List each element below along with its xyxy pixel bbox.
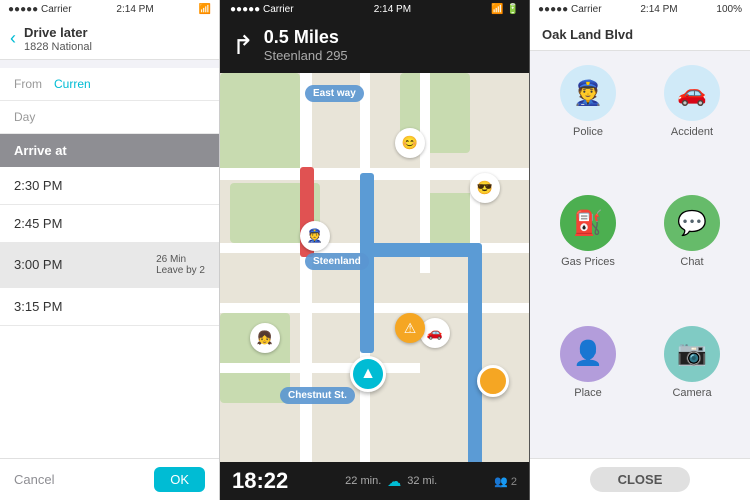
report-camera[interactable]: 📷 Camera <box>646 326 738 444</box>
eta-time: 18:22 <box>232 468 288 494</box>
time-p1: 2:14 PM <box>116 4 153 15</box>
time-value: 2:30 PM <box>14 178 62 193</box>
map-icon-char4: 👧 <box>250 323 280 353</box>
gas-label: Gas Prices <box>561 256 615 268</box>
report-police[interactable]: 👮 Police <box>542 65 634 183</box>
east-way-label: East way <box>305 85 364 102</box>
time-row[interactable]: 2:45 PM <box>0 205 219 243</box>
day-label: Day <box>14 110 54 124</box>
location-label: Oak Land Blvd <box>530 19 750 51</box>
map-icon-char1: 😊 <box>395 128 425 158</box>
map-icon-warning: ⚠ <box>395 313 425 343</box>
trip-details: 22 min. ☁ 32 mi. <box>345 473 437 490</box>
place-label: Place <box>574 387 602 399</box>
turn-icon: ↱ <box>232 30 254 61</box>
nav-header: ↱ 0.5 Miles Steenland 295 <box>220 19 529 73</box>
place-icon: 👤 <box>560 326 616 382</box>
report-panel: ●●●●● Carrier 2:14 PM 100% Oak Land Blvd… <box>530 0 750 500</box>
chat-label: Chat <box>680 256 703 268</box>
time-row[interactable]: 2:30 PM <box>0 167 219 205</box>
accident-icon: 🚗 <box>664 65 720 121</box>
gas-icon: ⛽ <box>560 195 616 251</box>
form-section: From Curren Day <box>0 68 219 134</box>
from-label: From <box>14 77 54 91</box>
carrier-p2: ●●●●● Carrier <box>230 4 294 15</box>
status-bar-p3: ●●●●● Carrier 2:14 PM 100% <box>530 0 750 19</box>
time-value: 3:15 PM <box>14 299 62 314</box>
accident-label: Accident <box>671 126 713 138</box>
report-grid: 👮 Police 🚗 Accident ⛽ Gas Prices 💬 Chat … <box>530 51 750 458</box>
time-p3: 2:14 PM <box>640 4 677 15</box>
status-bar-p2: ●●●●● Carrier 2:14 PM 📶 🔋 <box>220 0 529 19</box>
ok-button[interactable]: OK <box>154 467 205 492</box>
time-row-highlighted[interactable]: 3:00 PM 26 MinLeave by 2 <box>0 243 219 288</box>
map-icon-char2: 😎 <box>470 173 500 203</box>
map-area: East way Steenland Chestnut St. 👮 😊 😎 🚗 … <box>220 73 529 462</box>
battery-p2: 📶 🔋 <box>491 4 519 15</box>
bottom-info: 18:22 22 min. ☁ 32 mi. 👥 2 <box>220 462 529 500</box>
carrier-p3: ●●●●● Carrier <box>538 4 602 15</box>
carrier-p1: ●●●●● Carrier <box>8 4 72 15</box>
map-icon-police: 👮 <box>300 221 330 251</box>
report-accident[interactable]: 🚗 Accident <box>646 65 738 183</box>
wifi-p1: 📶 <box>199 4 211 15</box>
time-p2: 2:14 PM <box>374 4 411 15</box>
steenland-label: Steenland <box>305 253 369 270</box>
page-subtitle: 1828 National <box>24 41 92 53</box>
from-row: From Curren <box>0 68 219 101</box>
report-gas[interactable]: ⛽ Gas Prices <box>542 195 634 313</box>
bottom-bar-p1: Cancel OK <box>0 458 219 500</box>
drive-later-panel: ●●●●● Carrier 2:14 PM 📶 ‹ Drive later 18… <box>0 0 220 500</box>
police-label: Police <box>573 126 603 138</box>
destination-marker <box>477 365 509 397</box>
map-icon-char3: 🚗 <box>420 318 450 348</box>
time-value: 3:00 PM <box>14 257 62 272</box>
battery-p3: 100% <box>716 4 742 15</box>
camera-label: Camera <box>672 387 711 399</box>
camera-icon: 📷 <box>664 326 720 382</box>
time-value: 2:45 PM <box>14 216 62 231</box>
page-title: Drive later <box>24 25 92 41</box>
back-icon[interactable]: ‹ <box>10 28 16 49</box>
from-value[interactable]: Curren <box>54 77 91 91</box>
police-icon: 👮 <box>560 65 616 121</box>
riders-count: 👥 2 <box>494 475 517 488</box>
time-list: 2:30 PM 2:45 PM 3:00 PM 26 MinLeave by 2… <box>0 167 219 458</box>
time-extra: 26 MinLeave by 2 <box>156 254 205 276</box>
day-row: Day <box>0 101 219 134</box>
trip-time: 22 min. <box>345 475 381 487</box>
nav-bar-p1: ‹ Drive later 1828 National <box>0 19 219 60</box>
chat-icon: 💬 <box>664 195 720 251</box>
close-button[interactable]: CLOSE <box>590 467 691 492</box>
time-row[interactable]: 3:15 PM <box>0 288 219 326</box>
chestnut-label: Chestnut St. <box>280 387 355 404</box>
report-place[interactable]: 👤 Place <box>542 326 634 444</box>
nav-arrow: ▲ <box>350 356 386 392</box>
close-bar: CLOSE <box>530 458 750 500</box>
distance: 0.5 Miles <box>264 27 348 48</box>
nav-street: Steenland 295 <box>264 48 348 63</box>
cancel-button[interactable]: Cancel <box>14 472 54 487</box>
report-chat[interactable]: 💬 Chat <box>646 195 738 313</box>
map-panel: ●●●●● Carrier 2:14 PM 📶 🔋 ↱ 0.5 Miles St… <box>220 0 530 500</box>
waze-icon: ☁ <box>387 473 401 490</box>
trip-dist: 32 mi. <box>407 475 437 487</box>
status-bar-p1: ●●●●● Carrier 2:14 PM 📶 <box>0 0 219 19</box>
arrive-header: Arrive at <box>0 134 219 167</box>
